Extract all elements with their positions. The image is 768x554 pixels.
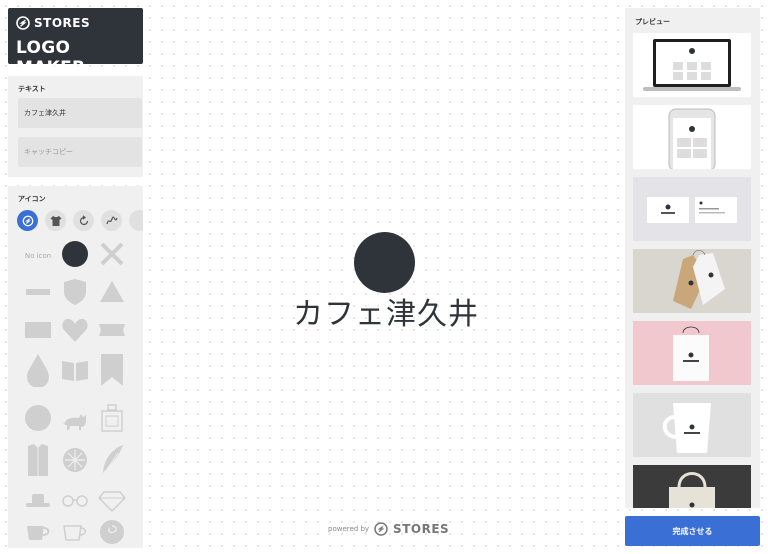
stores-logo-icon [16,16,30,30]
shirt-option[interactable] [22,444,54,476]
coffee-cup-icon [27,526,50,540]
no-icon-option[interactable]: No icon [22,240,54,272]
circle-filled-icon [62,241,88,267]
rotate-icon [79,214,88,225]
shield-option[interactable] [59,276,91,308]
shield-icon [64,279,86,305]
diamond-option[interactable] [96,484,128,516]
scribble-icon [105,216,118,224]
preview-panel-title: プレビュー [635,18,670,26]
triangle-icon [100,281,124,302]
citrus-slice-icon [63,448,87,472]
category-shirt-button[interactable] [45,210,66,231]
heart-option[interactable] [59,314,91,346]
text-panel: テキスト [8,76,143,177]
rectangle-icon [25,322,51,338]
category-scribble-button[interactable] [101,210,122,231]
perfume-option[interactable] [96,402,128,434]
mug-mockup-icon [662,403,711,453]
category-rotate-button[interactable] [73,210,94,231]
shirt-icon [50,215,61,226]
preview-smartphone[interactable] [633,105,751,169]
catchcopy-input[interactable] [18,137,142,167]
bookmark-icon [101,354,123,386]
category-stores-button[interactable] [17,210,38,231]
feather-icon [102,445,123,476]
stores-icon [22,215,33,226]
cat-icon [62,414,86,430]
brand-row: STORES [16,16,90,30]
rose-icon [100,520,124,544]
citrus-option[interactable] [59,444,91,476]
rose-option[interactable] [96,516,128,548]
preview-paper-bag[interactable] [633,321,751,385]
bar-option[interactable] [22,276,54,308]
laptop-mockup-icon [643,39,741,91]
hat-option[interactable] [22,484,54,516]
diamond-icon [98,491,126,513]
no-icon-label: No icon [24,252,52,260]
tote-bag-mockup-icon [669,472,715,508]
stores-logo-icon [374,522,388,536]
perfume-bottle-icon [101,404,123,432]
brand-name: STORES [34,16,91,30]
cat-option[interactable] [59,402,91,434]
product-title: LOGO MAKER [16,38,86,78]
logo-name-input[interactable] [18,98,142,128]
logo-symbol[interactable] [354,232,415,293]
cup-outline-option[interactable] [59,516,91,548]
triangle-option[interactable] [96,276,128,308]
paper-bag-mockup-icon [673,326,709,381]
feather-option[interactable] [96,444,128,476]
rectangle-option[interactable] [22,314,54,346]
text-panel-title: テキスト [18,85,46,93]
book-option[interactable] [59,354,91,386]
preview-business-cards[interactable] [633,177,751,241]
icon-panel-title: アイコン [18,195,46,203]
icon-panel: アイコン No icon [8,186,143,548]
cross-icon [100,242,124,266]
complete-button[interactable]: 完成させる [625,516,760,546]
preview-mug[interactable] [633,393,751,457]
hang-tag-mockup-icon [673,250,725,309]
banner-option[interactable] [96,314,128,346]
powered-brand: STORES [393,522,450,536]
circle-light-option[interactable] [22,402,54,434]
powered-by-label: powered by [328,525,370,533]
glasses-option[interactable] [59,484,91,516]
preview-tote-bag[interactable] [633,465,751,508]
logo-maker-brand[interactable]: STORES LOGO MAKER [8,8,143,78]
banner-icon [99,324,125,336]
bookmark-option[interactable] [96,354,128,386]
circle-icon [25,405,51,431]
logo-name-text[interactable]: カフェ津久井 [270,289,502,333]
business-card-mockup-icon [647,197,737,223]
drop-icon [27,354,49,387]
cup-outline-icon [63,525,87,541]
preview-panel: プレビュー [625,8,760,508]
smartphone-mockup-icon [668,108,716,169]
book-icon [62,361,88,381]
powered-by: powered by STORES [328,522,449,536]
category-more-button[interactable] [129,210,143,231]
circle-dark-option[interactable] [59,238,91,270]
drop-option[interactable] [22,354,54,387]
glasses-icon [62,495,88,507]
heart-icon [62,318,88,342]
cup-option[interactable] [22,516,54,548]
preview-laptop[interactable] [633,33,751,97]
hat-icon [26,494,50,507]
cross-option[interactable] [96,238,128,270]
ribbon-bar-icon [26,289,50,295]
preview-hang-tags[interactable] [633,249,751,313]
dress-shirt-icon [28,444,48,476]
